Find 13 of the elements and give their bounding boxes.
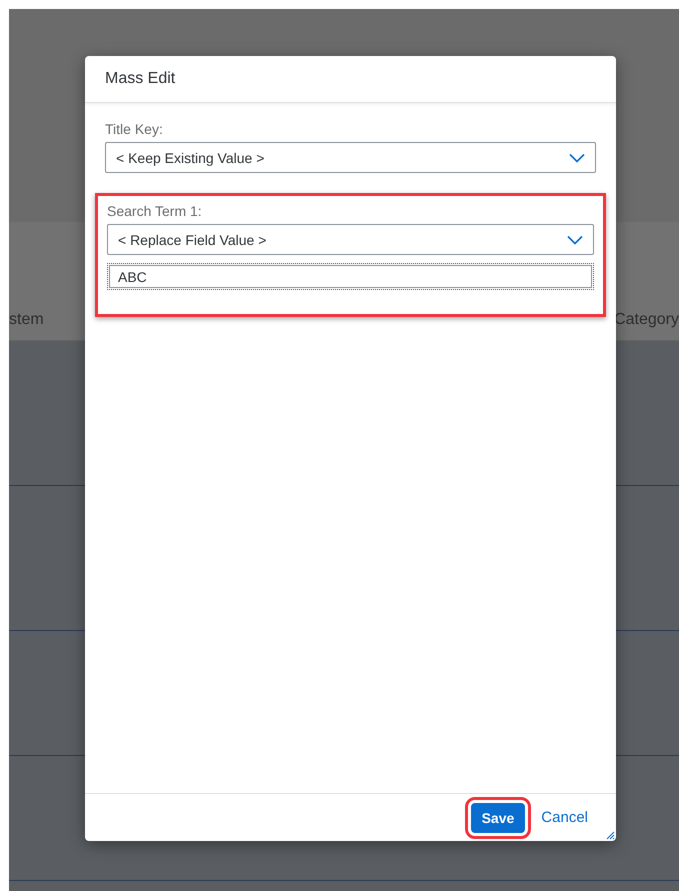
save-button[interactable]: Save xyxy=(470,802,526,832)
dropdown-field[interactable]: < Replace Field Value > xyxy=(107,224,594,255)
chevron-down-icon xyxy=(569,152,585,162)
chevron-down-icon xyxy=(567,234,583,244)
column-header: stem xyxy=(9,311,44,330)
column-header: Category xyxy=(614,311,679,330)
resize-grip-icon[interactable] xyxy=(605,830,615,840)
cancel-link[interactable]: Cancel xyxy=(541,809,588,826)
dropdown-field[interactable]: < Keep Existing Value > xyxy=(105,142,596,173)
text-input-field[interactable]: ABC xyxy=(107,263,594,290)
dialog-title: Mass Edit xyxy=(85,56,616,103)
field-label: Search Term 1: xyxy=(107,203,203,221)
field-label: Title Key: xyxy=(105,121,164,139)
